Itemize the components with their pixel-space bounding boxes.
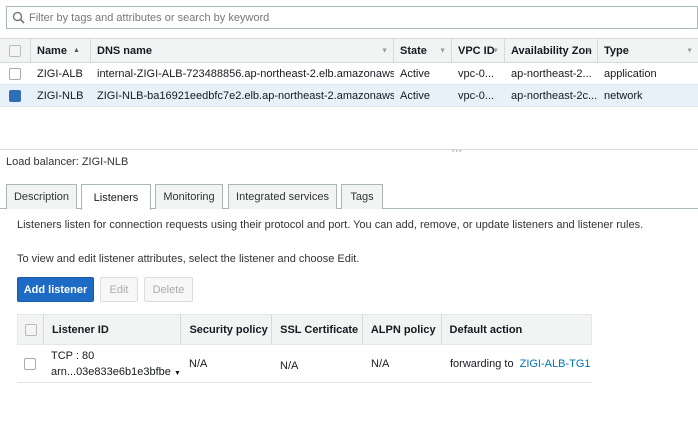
listener-row[interactable]: TCP : 80 arn...03e833e6b1e3bfbe ▼ N/A N/… bbox=[17, 345, 592, 383]
listener-ssl: N/A bbox=[280, 359, 299, 372]
column-header-alpn-policy: ALPN policy bbox=[363, 315, 442, 344]
row-checkbox[interactable] bbox=[9, 89, 21, 102]
lb-state: Active bbox=[400, 89, 430, 102]
tab-listeners[interactable]: Listeners bbox=[81, 184, 151, 210]
column-header-listener-id: Listener ID bbox=[44, 315, 182, 344]
lb-vpc: vpc-0... bbox=[458, 89, 495, 102]
table-header: Name ▲ DNS name ▼ State ▼ VPC ID ▼ Availabil… bbox=[0, 38, 698, 63]
select-all-checkbox[interactable] bbox=[25, 323, 37, 336]
chevron-down-icon: ▼ bbox=[439, 47, 446, 54]
listener-security-policy: N/A bbox=[189, 357, 208, 370]
detail-title: Load balancer: ZIGI-NLB bbox=[6, 156, 129, 168]
search-icon bbox=[7, 11, 29, 24]
drag-handle-icon[interactable]: ▪▪▪ bbox=[452, 148, 462, 155]
delete-button[interactable]: Delete bbox=[144, 277, 193, 302]
target-group-link[interactable]: ZIGI-ALB-TG1 bbox=[520, 358, 591, 370]
column-header-vpc[interactable]: VPC ID ▼ bbox=[452, 39, 505, 62]
search-input[interactable] bbox=[29, 11, 629, 24]
tab-integrated-services[interactable]: Integrated services bbox=[228, 184, 337, 209]
tab-description[interactable]: Description bbox=[6, 184, 77, 209]
lb-vpc: vpc-0... bbox=[458, 67, 495, 80]
column-header-security-policy: Security policy bbox=[181, 315, 273, 344]
row-checkbox[interactable] bbox=[24, 357, 36, 370]
listeners-edit-info: To view and edit listener attributes, se… bbox=[17, 253, 360, 265]
chevron-down-icon: ▼ bbox=[381, 47, 388, 54]
lb-type: network bbox=[604, 89, 643, 102]
detail-tabs: Description Listeners Monitoring Integra… bbox=[0, 184, 698, 210]
panel-splitter[interactable]: ▪▪▪ bbox=[0, 148, 698, 155]
add-listener-button[interactable]: Add listener bbox=[17, 277, 94, 302]
table-row[interactable]: ZIGI-ALB internal-ZIGI-ALB-723488856.ap-… bbox=[0, 63, 698, 85]
column-header-ssl-certificate: SSL Certificate bbox=[272, 315, 363, 344]
listener-id: TCP : 80 arn...03e833e6b1e3bfbe ▼ bbox=[43, 345, 181, 382]
listeners-table: Listener ID Security policy SSL Certific… bbox=[17, 314, 592, 383]
sort-asc-icon: ▲ bbox=[72, 47, 80, 54]
column-header-az[interactable]: Availability Zon ▼ bbox=[505, 39, 598, 62]
tab-monitoring[interactable]: Monitoring bbox=[155, 184, 223, 209]
table-row-selected[interactable]: ZIGI-NLB ZIGI-NLB-ba16921eedbfc7e2.elb.a… bbox=[0, 85, 698, 107]
lb-az: ap-northeast-2c... bbox=[511, 89, 598, 102]
column-header-state[interactable]: State ▼ bbox=[394, 39, 452, 62]
lb-state: Active bbox=[400, 67, 430, 80]
column-header-name[interactable]: Name ▲ bbox=[31, 39, 91, 62]
load-balancer-table: Name ▲ DNS name ▼ State ▼ VPC ID ▼ Availabil… bbox=[0, 38, 698, 107]
lb-az: ap-northeast-2... bbox=[511, 67, 592, 80]
lb-name: ZIGI-NLB bbox=[37, 89, 84, 102]
lb-dns: ZIGI-NLB-ba16921eedbfc7e2.elb.ap-northea… bbox=[97, 89, 394, 102]
listener-arn[interactable]: arn...03e833e6b1e3bfbe ▼ bbox=[51, 366, 181, 378]
tab-tags[interactable]: Tags bbox=[341, 184, 383, 209]
row-checkbox[interactable] bbox=[9, 67, 21, 80]
listeners-table-header: Listener ID Security policy SSL Certific… bbox=[17, 314, 592, 345]
chevron-down-icon: ▼ bbox=[686, 47, 693, 54]
listener-alpn: N/A bbox=[371, 357, 390, 370]
select-all-cell[interactable] bbox=[0, 39, 31, 62]
listeners-info: Listeners listen for connection requests… bbox=[17, 219, 644, 231]
chevron-down-icon: ▼ bbox=[585, 47, 592, 54]
listener-default-action: forwarding to ZIGI-ALB-TG1 bbox=[450, 357, 591, 370]
lb-type: application bbox=[604, 67, 657, 80]
column-header-default-action: Default action bbox=[449, 323, 523, 336]
edit-button[interactable]: Edit bbox=[100, 277, 138, 302]
caret-down-icon: ▼ bbox=[173, 369, 181, 377]
column-header-type[interactable]: Type ▼ bbox=[598, 39, 698, 62]
column-header-dns[interactable]: DNS name ▼ bbox=[91, 39, 394, 62]
select-all-checkbox[interactable] bbox=[9, 44, 21, 57]
lb-name: ZIGI-ALB bbox=[37, 67, 83, 80]
lb-dns: internal-ZIGI-ALB-723488856.ap-northeast… bbox=[97, 67, 394, 80]
listener-protocol-port: TCP : 80 bbox=[51, 349, 95, 362]
chevron-down-icon: ▼ bbox=[492, 47, 499, 54]
search-bar[interactable] bbox=[6, 6, 698, 29]
